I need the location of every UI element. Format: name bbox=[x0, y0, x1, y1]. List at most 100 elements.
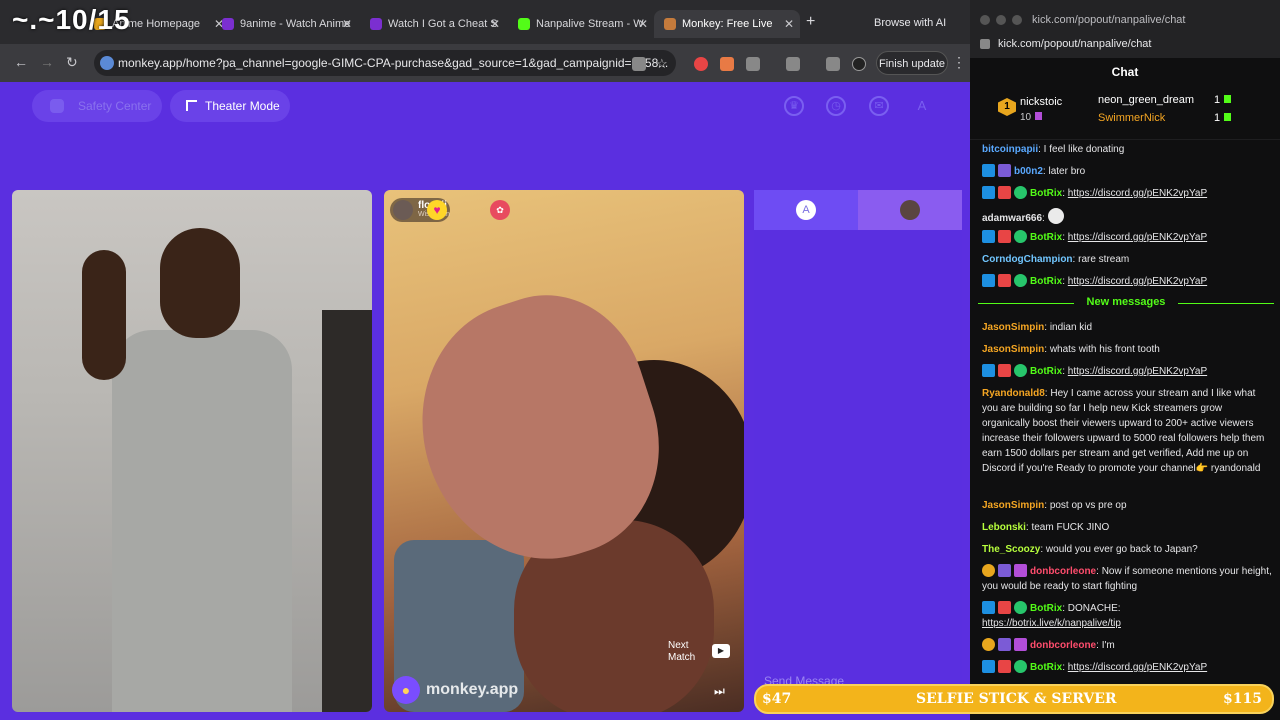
leader-count: 10 bbox=[1020, 112, 1043, 123]
bookmark-star-icon[interactable]: ☆ bbox=[656, 57, 670, 71]
theater-mode-button[interactable]: Theater Mode bbox=[170, 90, 290, 122]
play-icon[interactable]: ▶ bbox=[712, 644, 730, 658]
chat-message: BotRix: https://discord.gg/pENK2vpYaP bbox=[982, 230, 1272, 245]
tab-cheat-skill[interactable]: Watch I Got a Cheat S ✕ bbox=[360, 10, 506, 38]
leader-count-value: 10 bbox=[1020, 112, 1032, 123]
leaderboard-second[interactable]: neon_green_dream bbox=[1098, 94, 1194, 106]
close-icon[interactable]: ✕ bbox=[490, 10, 500, 38]
gift-badge-icon bbox=[1014, 564, 1027, 577]
tab-label: Monkey: Free Live bbox=[682, 18, 773, 30]
browser-menu-icon[interactable]: ⋮ bbox=[952, 54, 966, 71]
kick-badge-icon bbox=[982, 164, 995, 177]
adblock-extension-icon[interactable] bbox=[694, 57, 708, 71]
chat-username[interactable]: CorndogChampion bbox=[982, 254, 1073, 265]
chat-bubble-icon[interactable]: ✉ bbox=[869, 96, 889, 116]
browse-with-ai-button[interactable]: Browse with AI bbox=[874, 17, 946, 29]
chat-link[interactable]: https://discord.gg/pENK2vpYaP bbox=[1068, 366, 1207, 377]
chat-username[interactable]: BotRix bbox=[1030, 603, 1062, 614]
donation-current: $47 bbox=[762, 691, 792, 707]
skip-icon[interactable]: ⏭ bbox=[714, 684, 725, 699]
background-curtain bbox=[322, 310, 372, 712]
local-user-silhouette bbox=[82, 210, 302, 712]
safety-center-label: Safety Center bbox=[78, 99, 152, 113]
chat-participants: A bbox=[754, 190, 962, 230]
chat-username[interactable]: BotRix bbox=[1030, 662, 1062, 673]
account-avatar[interactable]: A bbox=[912, 96, 932, 116]
next-match-label[interactable]: Next Match bbox=[668, 640, 708, 664]
reload-icon[interactable]: ↻ bbox=[66, 54, 78, 71]
heart-icon[interactable]: ♥ bbox=[427, 200, 447, 220]
profile-avatar-icon[interactable] bbox=[852, 57, 866, 71]
chat-username[interactable]: BotRix bbox=[1030, 188, 1062, 199]
minimize-window-icon[interactable] bbox=[996, 15, 1006, 25]
close-icon[interactable]: ✕ bbox=[342, 10, 352, 38]
chat-username[interactable]: BotRix bbox=[1030, 366, 1062, 377]
chat-message: The_Scoozy: would you ever go back to Ja… bbox=[982, 544, 1198, 555]
tab-9anime[interactable]: 9anime - Watch Anime ✕ bbox=[212, 10, 358, 38]
chat-username[interactable]: bitcoinpapii bbox=[982, 144, 1038, 155]
leaderboard-third[interactable]: SwimmerNick bbox=[1098, 112, 1165, 124]
url-input[interactable]: monkey.app/home?pa_channel=google-GIMC-C… bbox=[94, 50, 676, 76]
chat-username[interactable]: JasonSimpin bbox=[982, 500, 1044, 511]
chat-username[interactable]: b00n2 bbox=[1014, 166, 1043, 177]
mod-badge-icon bbox=[998, 186, 1011, 199]
chat-link[interactable]: https://discord.gg/pENK2vpYaP bbox=[1068, 662, 1207, 673]
extension-icon[interactable] bbox=[720, 57, 734, 71]
extensions-puzzle-icon[interactable] bbox=[746, 57, 760, 71]
chat-link[interactable]: https://discord.gg/pENK2vpYaP bbox=[1068, 188, 1207, 199]
screen-share-icon[interactable] bbox=[786, 57, 800, 71]
new-tab-button[interactable]: + bbox=[806, 13, 815, 31]
site-settings-icon[interactable] bbox=[980, 39, 990, 49]
chat-username[interactable]: BotRix bbox=[1030, 232, 1062, 243]
tab-monkey[interactable]: Monkey: Free Live ✕ bbox=[654, 10, 800, 38]
chat-url-field[interactable]: kick.com/popout/nanpalive/chat bbox=[980, 38, 1151, 50]
rank-badge: 1 bbox=[998, 98, 1016, 116]
mod-badge-icon bbox=[998, 274, 1011, 287]
chat-link[interactable]: https://botrix.live/k/nanpalive/tip bbox=[982, 618, 1121, 629]
chat-username[interactable]: BotRix bbox=[1030, 276, 1062, 287]
leader-name: neon_green_dream bbox=[1098, 94, 1195, 106]
new-messages-divider: New messages bbox=[978, 296, 1274, 310]
chat-username[interactable]: donbcorleone bbox=[1030, 640, 1096, 651]
site-info-icon[interactable] bbox=[100, 56, 114, 70]
sub-badge-icon bbox=[998, 638, 1011, 651]
mod-badge-icon bbox=[998, 601, 1011, 614]
close-icon[interactable]: ✕ bbox=[784, 10, 794, 38]
safety-center-button[interactable]: Safety Center bbox=[32, 90, 162, 122]
monkey-icon: ● bbox=[392, 676, 420, 704]
leaderboard-first[interactable]: 1 nickstoic 10 bbox=[998, 96, 1062, 123]
chat-username[interactable]: Lebonski bbox=[982, 522, 1026, 533]
chat-link[interactable]: https://discord.gg/pENK2vpYaP bbox=[1068, 232, 1207, 243]
match-chat-panel: A Send Message bbox=[754, 190, 962, 712]
chat-username[interactable]: adamwar666 bbox=[982, 213, 1042, 224]
chat-text: DONACHE: bbox=[1067, 603, 1121, 614]
monkey-favicon-icon bbox=[664, 18, 676, 30]
remote-user-chip[interactable]: floskii Wisconsin ♥ bbox=[390, 198, 450, 222]
chat-username[interactable]: JasonSimpin bbox=[982, 344, 1044, 355]
chat-text: later bro bbox=[1048, 166, 1086, 177]
back-arrow-icon[interactable]: ← bbox=[14, 54, 28, 70]
chat-message: donbcorleone: Now if someone mentions yo… bbox=[982, 564, 1272, 592]
crown-icon[interactable]: ♛ bbox=[784, 96, 804, 116]
chat-link[interactable]: https://discord.gg/pENK2vpYaP bbox=[1068, 276, 1207, 287]
close-icon[interactable]: ✕ bbox=[638, 10, 648, 38]
cast-icon[interactable] bbox=[632, 57, 646, 71]
gift-badge-icon[interactable]: ✿ bbox=[490, 200, 510, 220]
tab-nanpalive[interactable]: Nanpalive Stream - W ✕ bbox=[508, 10, 654, 38]
media-control-icon[interactable] bbox=[826, 57, 840, 71]
finish-update-button[interactable]: Finish update bbox=[876, 51, 948, 75]
chat-username[interactable]: JasonSimpin bbox=[982, 322, 1044, 333]
close-window-icon[interactable] bbox=[980, 15, 990, 25]
donation-goal-bar: $47 SELFIE STICK & SERVER $115 bbox=[754, 684, 1274, 714]
local-video bbox=[12, 190, 372, 712]
chat-text: I'm bbox=[1101, 640, 1115, 651]
9anime-favicon-icon bbox=[222, 18, 234, 30]
gifter-badge-icon bbox=[982, 638, 995, 651]
chat-username[interactable]: Ryandonald8 bbox=[982, 388, 1045, 399]
chat-username[interactable]: The_Scoozy bbox=[982, 544, 1040, 555]
chat-username[interactable]: donbcorleone bbox=[1030, 566, 1096, 577]
forward-arrow-icon[interactable]: → bbox=[40, 54, 54, 70]
maximize-window-icon[interactable] bbox=[1012, 15, 1022, 25]
remote-video: floskii Wisconsin ♥ ✿ Next Match ▶ ⏭ ● m… bbox=[384, 190, 744, 712]
history-clock-icon[interactable]: ◷ bbox=[826, 96, 846, 116]
